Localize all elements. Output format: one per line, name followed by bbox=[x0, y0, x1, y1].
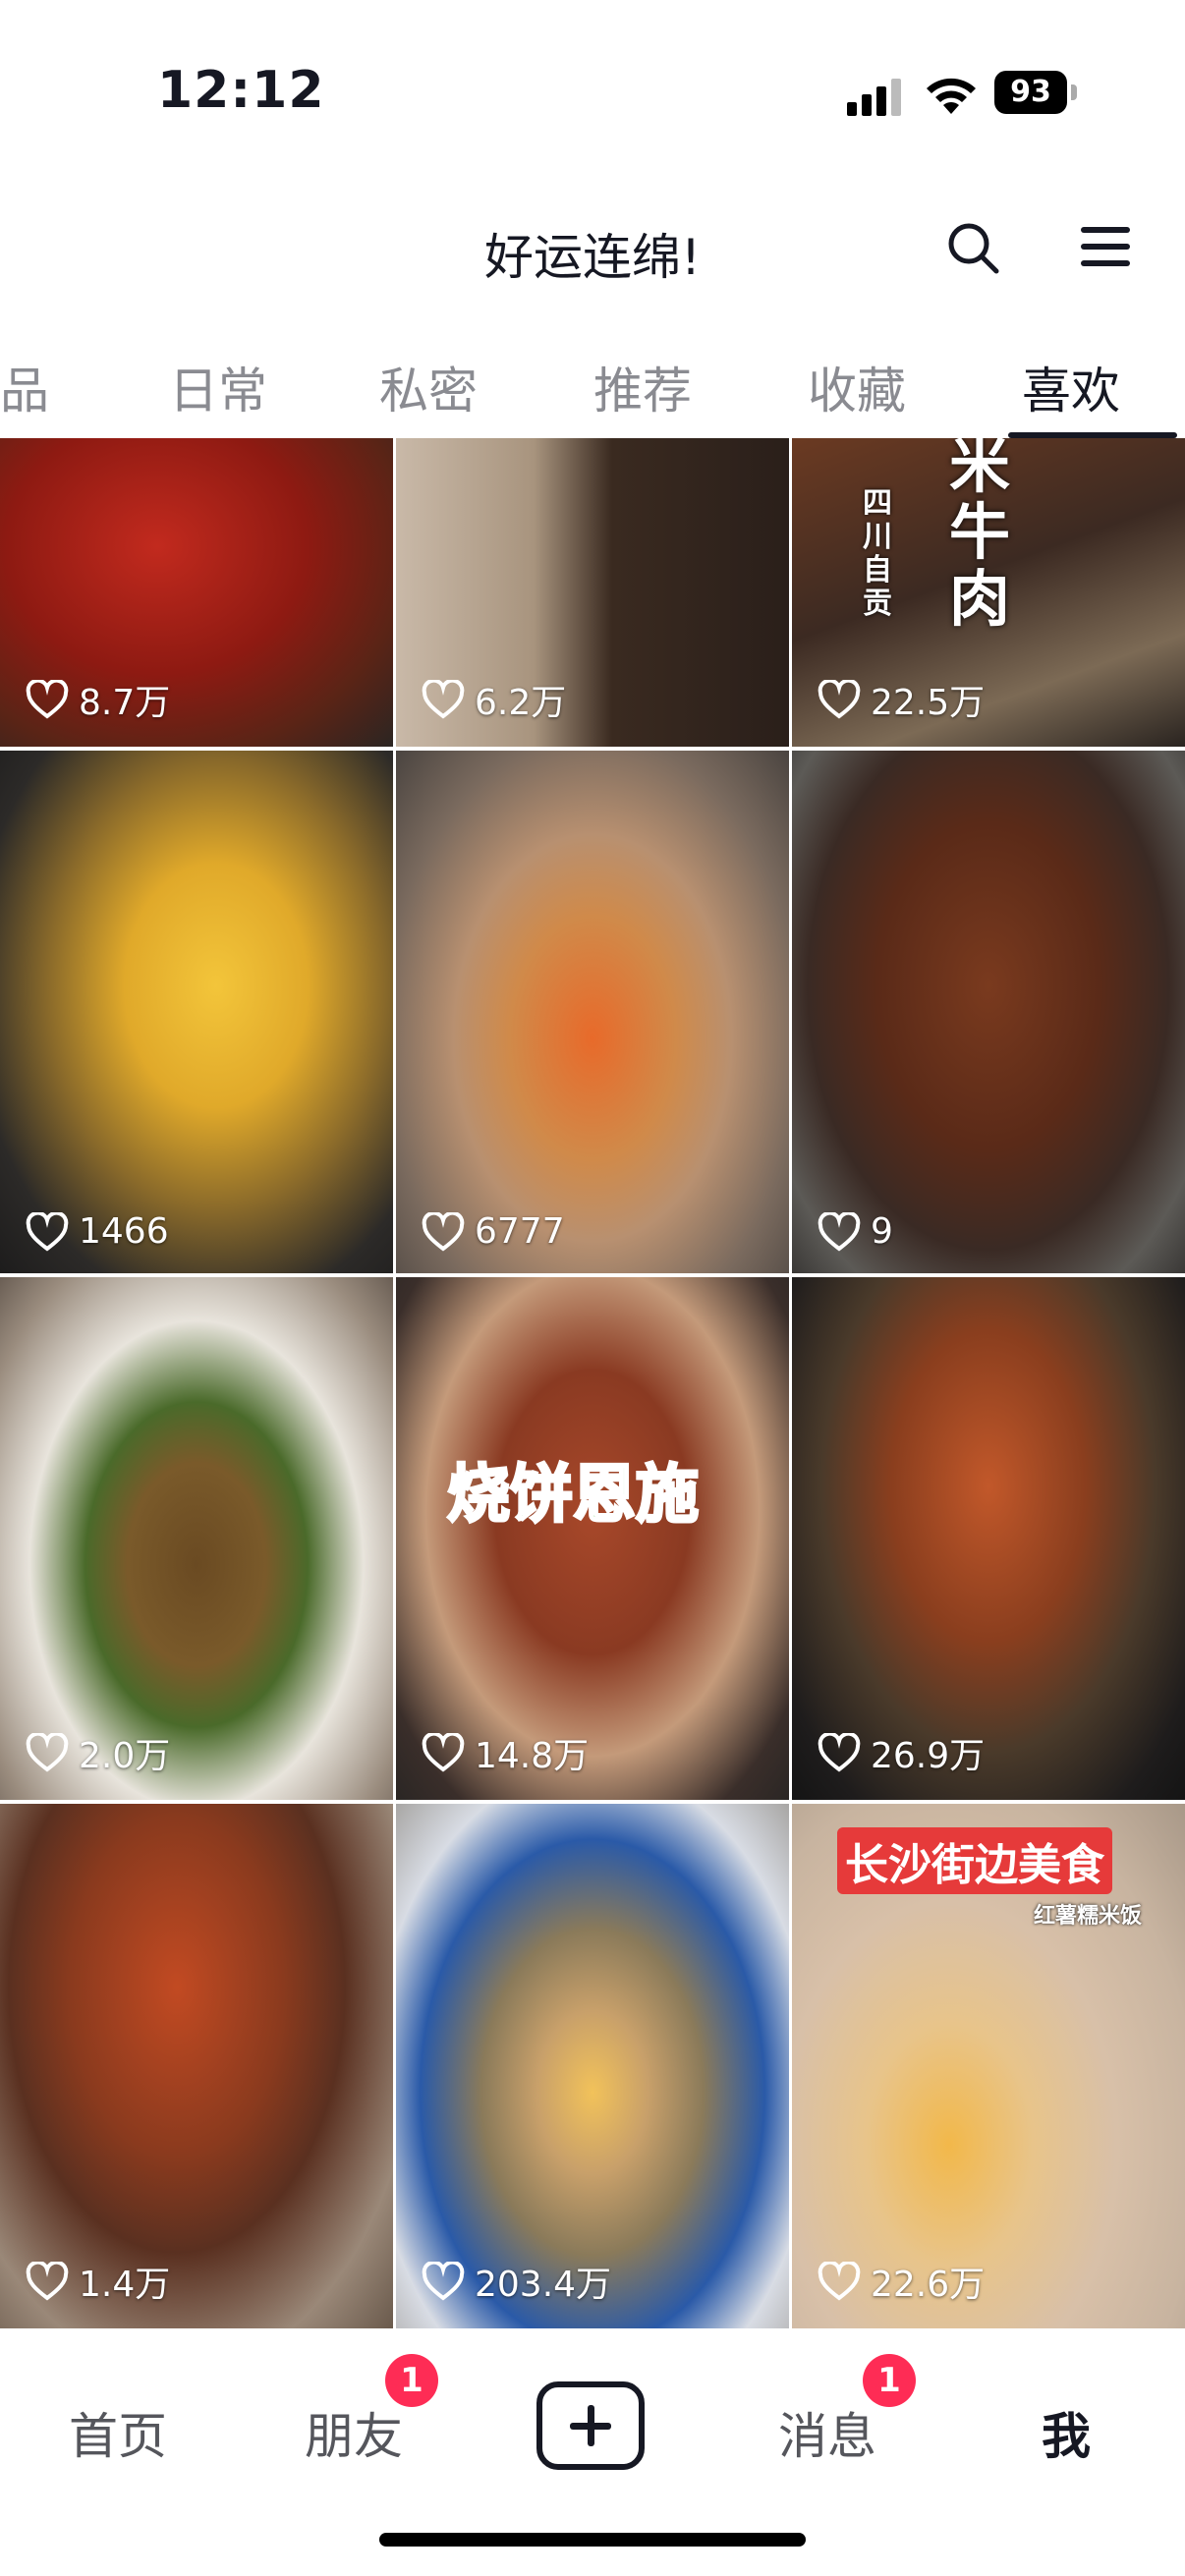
heart-icon bbox=[26, 2262, 69, 2301]
like-count-text: 14.8万 bbox=[475, 1736, 590, 1776]
tab-recommended[interactable]: 推荐 bbox=[593, 352, 692, 422]
video-tile[interactable]: 米牛肉 四川自贡 22.5万 bbox=[792, 438, 1185, 747]
video-overlay-title: 烧饼恩施 bbox=[446, 1458, 701, 1534]
like-count-text: 22.6万 bbox=[871, 2265, 986, 2305]
heart-icon bbox=[818, 1733, 861, 1772]
like-count: 22.5万 bbox=[818, 674, 985, 725]
like-count-text: 9 bbox=[871, 1211, 893, 1252]
video-tile[interactable]: 26.9万 bbox=[792, 1277, 1185, 1800]
nav-me[interactable]: 我 bbox=[1042, 2397, 1091, 2468]
video-overlay-title: 长沙街边美食 bbox=[837, 1827, 1112, 1894]
video-tile[interactable]: 9 bbox=[792, 751, 1185, 1273]
status-bar: 12:12 93 bbox=[0, 0, 1185, 196]
heart-icon bbox=[26, 680, 69, 719]
nav-messages[interactable]: 消息 bbox=[778, 2397, 876, 2468]
heart-icon bbox=[26, 1733, 69, 1772]
video-tile[interactable]: 1.4万 bbox=[0, 1804, 393, 2328]
tab-likes[interactable]: 喜欢 bbox=[1022, 352, 1120, 422]
heart-icon bbox=[26, 1211, 69, 1252]
tab-favorites[interactable]: 收藏 bbox=[808, 352, 906, 422]
page-title: 好运连绵! bbox=[483, 229, 702, 286]
like-count: 1466 bbox=[26, 1211, 169, 1252]
heart-icon bbox=[818, 680, 861, 719]
search-icon[interactable] bbox=[945, 220, 1000, 275]
tab-works[interactable]: 品 bbox=[0, 352, 49, 422]
heart-icon bbox=[818, 1211, 861, 1252]
like-count: 203.4万 bbox=[422, 2256, 611, 2307]
profile-tabs: 品 日常 私密 推荐 收藏 喜欢 bbox=[0, 334, 1185, 438]
video-tile[interactable]: 2.0万 bbox=[0, 1277, 393, 1800]
like-count: 22.6万 bbox=[818, 2256, 985, 2307]
video-tile[interactable]: 6777 bbox=[396, 751, 789, 1273]
video-tile[interactable]: 烧饼恩施 14.8万 bbox=[396, 1277, 789, 1800]
video-overlay-caption: 红薯糯米饭 bbox=[1034, 1904, 1143, 1929]
friends-badge: 1 bbox=[385, 2354, 438, 2407]
cellular-signal-icon bbox=[847, 77, 906, 116]
like-count-text: 6.2万 bbox=[475, 683, 567, 723]
video-overlay-title: 米牛肉 bbox=[949, 438, 1011, 635]
video-overlay-caption: 四川自贡 bbox=[863, 486, 892, 621]
like-count-text: 2.0万 bbox=[79, 1736, 171, 1776]
video-tile[interactable]: 1466 bbox=[0, 751, 393, 1273]
video-tile[interactable]: 203.4万 bbox=[396, 1804, 789, 2328]
like-count: 8.7万 bbox=[26, 674, 170, 725]
like-count: 1.4万 bbox=[26, 2256, 170, 2307]
like-count-text: 1466 bbox=[79, 1211, 169, 1252]
nav-friends[interactable]: 朋友 bbox=[305, 2397, 403, 2468]
like-count: 2.0万 bbox=[26, 1727, 170, 1778]
like-count: 9 bbox=[818, 1211, 893, 1252]
battery-icon: 93 bbox=[994, 71, 1079, 114]
create-button[interactable] bbox=[536, 2381, 645, 2470]
like-count-text: 6777 bbox=[475, 1211, 565, 1252]
video-tile[interactable]: 6.2万 bbox=[396, 438, 789, 747]
heart-icon bbox=[818, 2262, 861, 2301]
like-count: 6777 bbox=[422, 1211, 565, 1252]
like-count-text: 26.9万 bbox=[871, 1736, 986, 1776]
like-count: 14.8万 bbox=[422, 1727, 589, 1778]
messages-badge: 1 bbox=[863, 2354, 916, 2407]
status-time: 12:12 bbox=[157, 61, 325, 120]
tab-private[interactable]: 私密 bbox=[379, 352, 478, 422]
like-count-text: 1.4万 bbox=[79, 2265, 171, 2305]
heart-icon bbox=[422, 2262, 465, 2301]
home-indicator[interactable] bbox=[379, 2533, 806, 2547]
heart-icon bbox=[422, 680, 465, 719]
like-count-text: 203.4万 bbox=[475, 2265, 612, 2305]
like-count: 26.9万 bbox=[818, 1727, 985, 1778]
like-count-text: 8.7万 bbox=[79, 683, 171, 723]
like-count: 6.2万 bbox=[422, 674, 566, 725]
nav-home[interactable]: 首页 bbox=[69, 2397, 167, 2468]
video-tile[interactable]: 8.7万 bbox=[0, 438, 393, 747]
heart-icon bbox=[422, 1733, 465, 1772]
heart-icon bbox=[422, 1211, 465, 1252]
battery-level: 93 bbox=[994, 71, 1067, 114]
liked-videos-grid: 8.7万 6.2万 米牛肉 四川自贡 22.5万 1466 6777 9 2.0… bbox=[0, 438, 1185, 2328]
menu-icon[interactable] bbox=[1081, 224, 1130, 269]
video-tile[interactable]: 长沙街边美食 红薯糯米饭 22.6万 bbox=[792, 1804, 1185, 2328]
wifi-icon bbox=[927, 78, 976, 114]
like-count-text: 22.5万 bbox=[871, 683, 986, 723]
tab-daily[interactable]: 日常 bbox=[169, 352, 267, 422]
